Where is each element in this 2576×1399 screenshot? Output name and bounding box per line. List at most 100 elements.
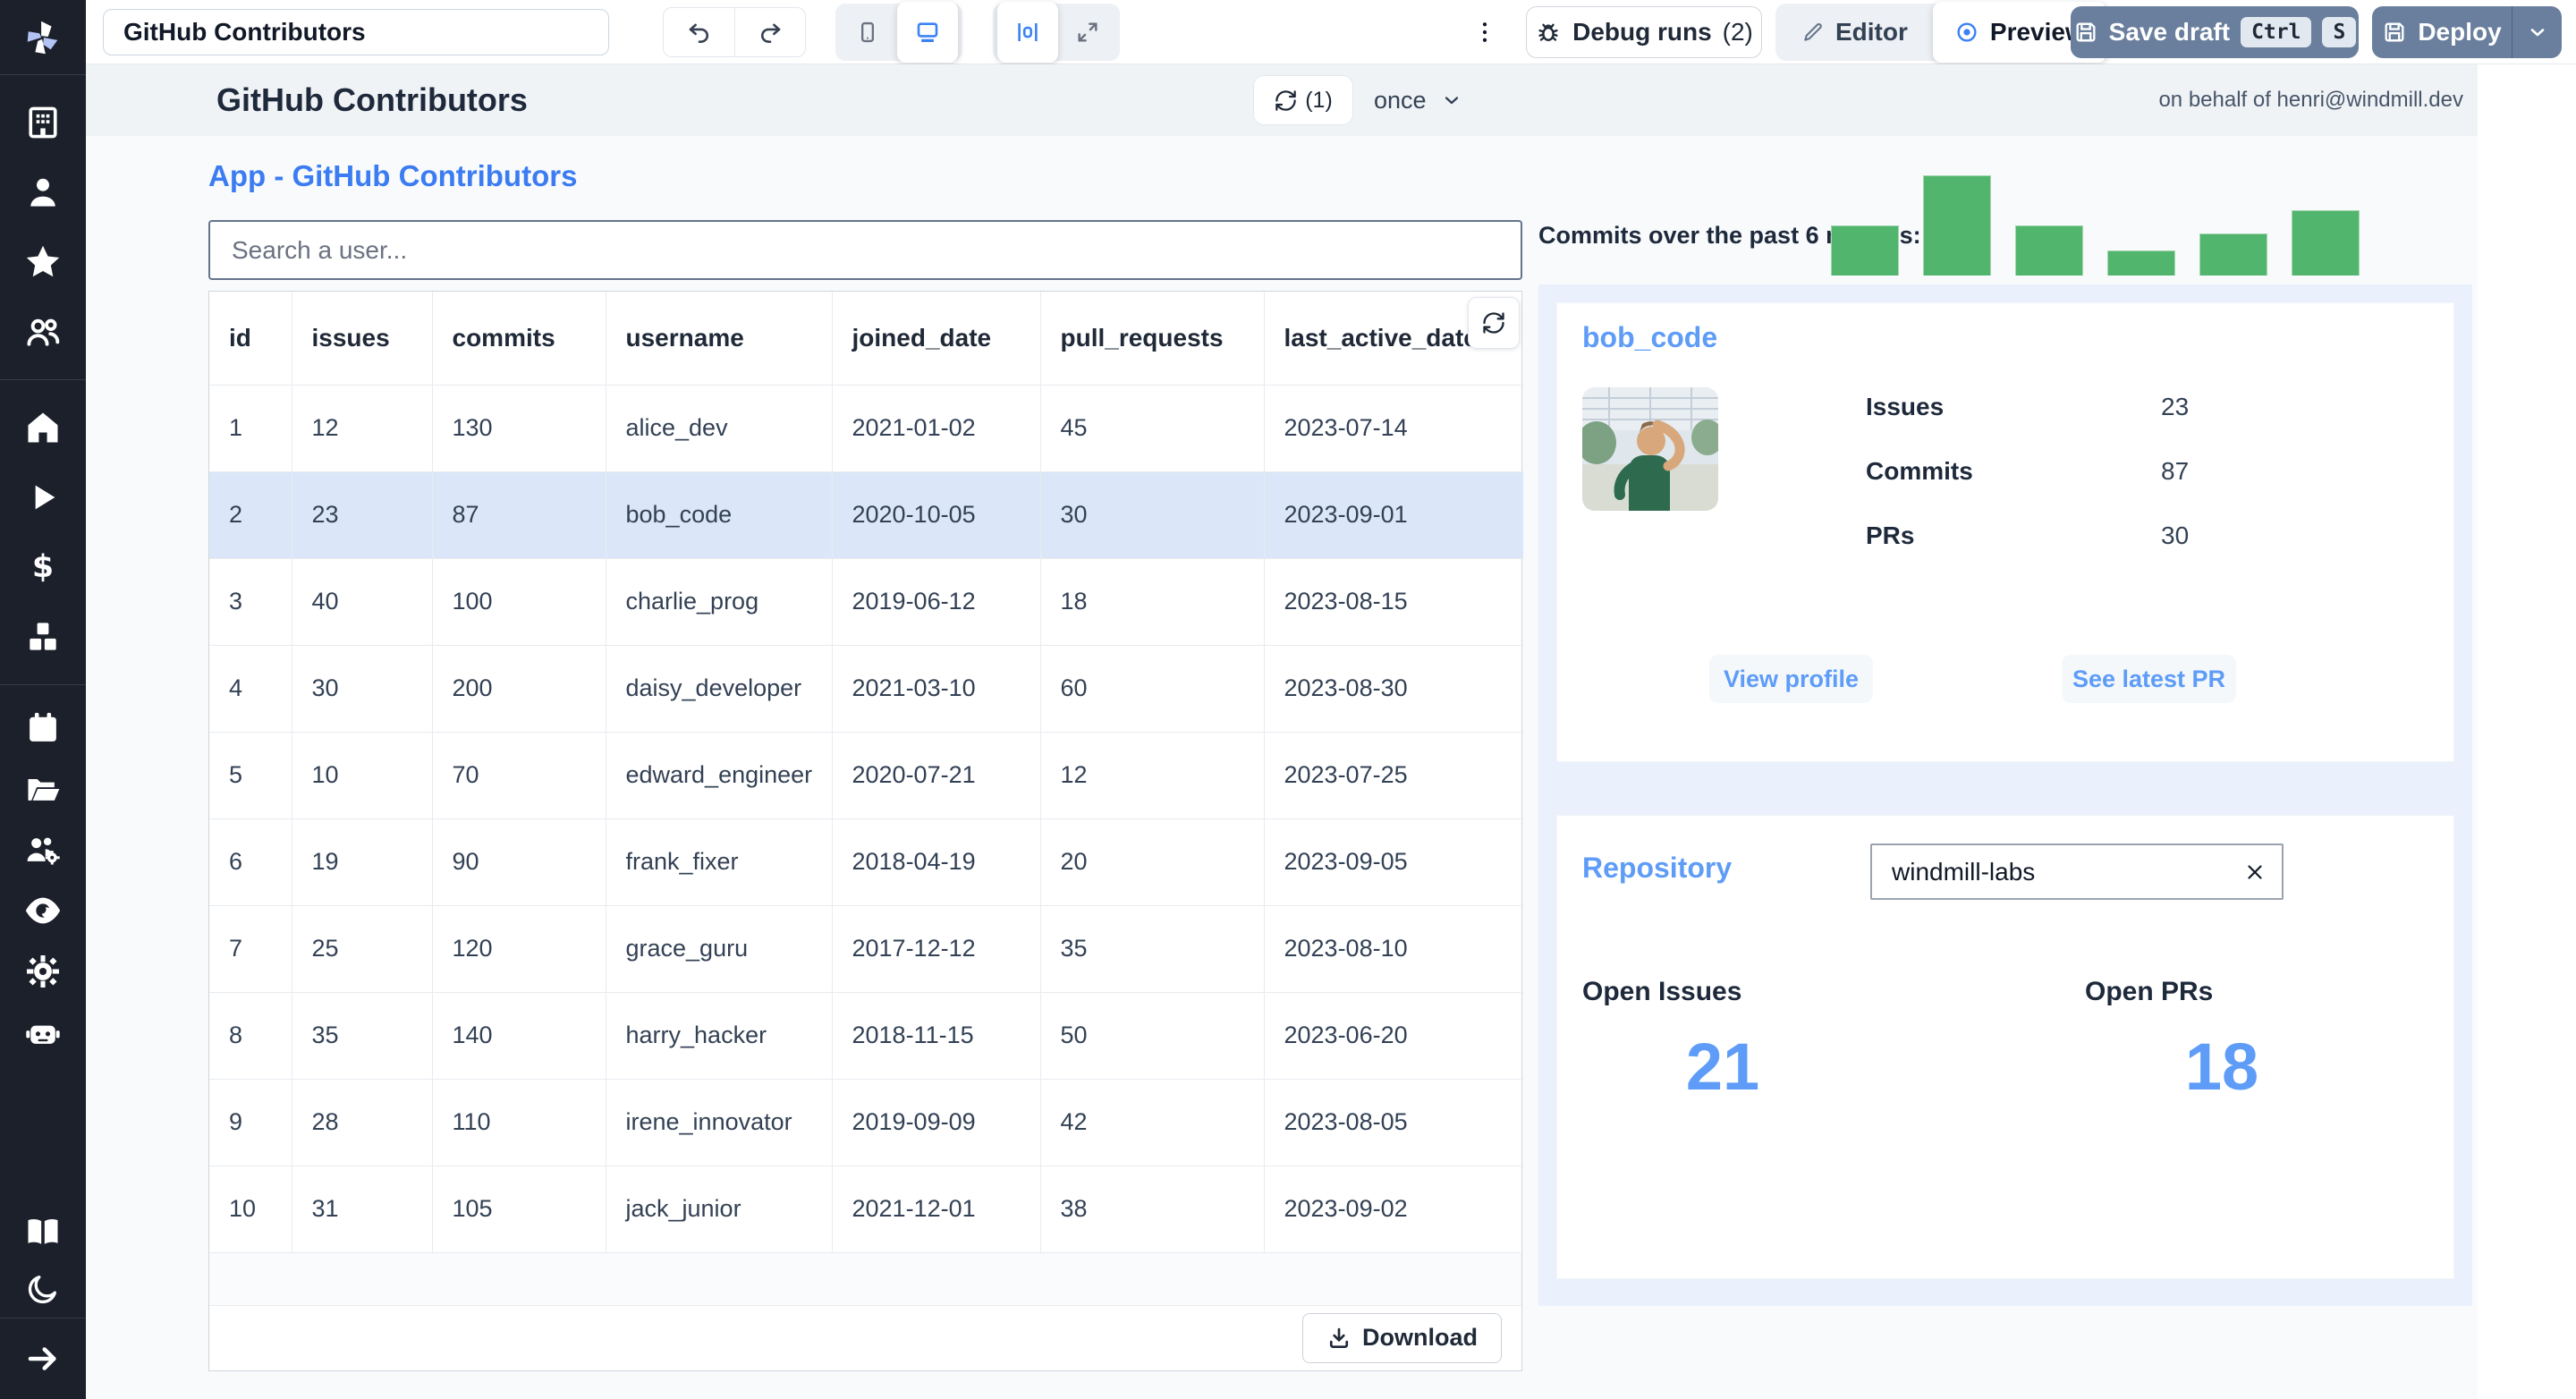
- table-cell: 2018-11-15: [832, 992, 1041, 1080]
- sidebar-item-dark-mode[interactable]: [0, 1260, 86, 1318]
- table-cell: 12: [1040, 732, 1265, 819]
- app-title-input[interactable]: [103, 9, 609, 55]
- deploy-button[interactable]: Deploy: [2372, 18, 2512, 47]
- sidebar-item-schedules[interactable]: [0, 698, 86, 759]
- sidebar-item-audit-logs[interactable]: [0, 880, 86, 941]
- repository-input[interactable]: [1870, 844, 2284, 900]
- table-cell: 31: [292, 1166, 433, 1253]
- table-cell: 60: [1040, 645, 1265, 733]
- sidebar-collapse-toggle[interactable]: [0, 1318, 86, 1399]
- windmill-logo[interactable]: [0, 0, 86, 75]
- sidebar-item-user[interactable]: [0, 157, 86, 227]
- redo-button[interactable]: [734, 8, 805, 56]
- stat-label-prs: PRs: [1866, 521, 1915, 549]
- table-cell: 90: [432, 818, 606, 906]
- desktop-icon: [917, 22, 938, 42]
- top-toolbar: Debug runs (2) Editor Preview Save draft…: [86, 0, 2576, 64]
- layout-toggle-group: [993, 2, 1120, 63]
- download-button[interactable]: Download: [1302, 1312, 1502, 1363]
- clear-input-button[interactable]: [2239, 856, 2271, 888]
- table-cell: 87: [432, 471, 606, 559]
- search-input[interactable]: [208, 220, 1522, 280]
- table-row[interactable]: 9 28 110 irene_innovator 2019-09-09 42 2023-08…: [209, 1079, 1523, 1166]
- sidebar-item-workers[interactable]: [0, 1002, 86, 1063]
- table-cell: 25: [292, 905, 433, 993]
- arrow-right-icon: [28, 1347, 56, 1370]
- table-row[interactable]: 1 12 130 alice_dev 2021-01-02 45 2023-07-14: [209, 385, 1523, 472]
- sidebar-group-admin: [0, 685, 86, 1075]
- sidebar-item-settings[interactable]: [0, 941, 86, 1002]
- table-cell: 8: [209, 992, 292, 1080]
- table-cell: 200: [432, 645, 606, 733]
- table-refresh-button[interactable]: [1468, 297, 1520, 349]
- column-header-username[interactable]: username: [606, 292, 833, 386]
- save-draft-button[interactable]: Save draft Ctrl S: [2071, 6, 2359, 58]
- table-cell: 38: [1040, 1166, 1265, 1253]
- gear-icon: [27, 955, 59, 988]
- sidebar-item-folders[interactable]: [0, 759, 86, 819]
- avatar-illustration: [1582, 387, 1718, 511]
- table-row[interactable]: 8 35 140 harry_hacker 2018-11-15 50 2023-06-20: [209, 992, 1523, 1080]
- user-detail-card: bob_code Issues 23 Commits 87 PRs 30 Vie…: [1556, 302, 2454, 762]
- sidebar: $: [0, 0, 86, 1399]
- sidebar-item-groups[interactable]: [0, 297, 86, 367]
- centered-layout-button[interactable]: [997, 2, 1058, 63]
- table-row[interactable]: 2 23 87 bob_code 2020-10-05 30 2023-09-01: [209, 471, 1523, 559]
- table-cell: 2019-09-09: [832, 1079, 1041, 1166]
- commit-bar: [2107, 250, 2175, 276]
- fullwidth-layout-button[interactable]: [1060, 8, 1115, 56]
- sidebar-item-runs[interactable]: [0, 462, 86, 532]
- table-empty-strip: [209, 1252, 1521, 1306]
- sidebar-item-home[interactable]: [0, 393, 86, 462]
- stat-value-issues: 23: [2161, 393, 2190, 420]
- sidebar-item-variables[interactable]: $: [0, 532, 86, 602]
- editor-preview-toggle: Editor Preview: [1775, 2, 2111, 63]
- column-header-joined_date[interactable]: joined_date: [832, 292, 1041, 386]
- column-header-commits[interactable]: commits: [432, 292, 606, 386]
- table-row[interactable]: 3 40 100 charlie_prog 2019-06-12 18 2023-08-15: [209, 558, 1523, 646]
- table-row[interactable]: 10 31 105 jack_junior 2021-12-01 38 2023-09-02: [209, 1166, 1523, 1253]
- chevron-down-icon: [2530, 29, 2544, 37]
- table-cell: 70: [432, 732, 606, 819]
- preview-disc-icon: [1957, 22, 1977, 42]
- debug-runs-button[interactable]: Debug runs (2): [1526, 6, 1762, 58]
- desktop-view-button[interactable]: [897, 2, 958, 63]
- column-header-pull_requests[interactable]: pull_requests: [1040, 292, 1265, 386]
- sidebar-item-groups-admin[interactable]: [0, 819, 86, 880]
- table-row[interactable]: 5 10 70 edward_engineer 2020-07-21 12 2023-07-…: [209, 732, 1523, 819]
- editor-tab[interactable]: Editor: [1780, 8, 1929, 56]
- table-row[interactable]: 7 25 120 grace_guru 2017-12-12 35 2023-08-10: [209, 905, 1523, 993]
- editor-tab-label: Editor: [1835, 18, 1908, 46]
- home-icon: [28, 412, 58, 443]
- users-icon: [27, 318, 60, 346]
- app-canvas: App - GitHub Contributors idissuescommit…: [86, 136, 2478, 1399]
- sidebar-item-resources[interactable]: [0, 602, 86, 672]
- table-cell: 30: [1040, 471, 1265, 559]
- more-options-button[interactable]: [1463, 14, 1506, 50]
- center-constraint-icon: [1018, 23, 1038, 41]
- open-issues-label: Open Issues: [1582, 977, 1742, 1006]
- column-header-id[interactable]: id: [209, 292, 292, 386]
- sidebar-item-workspace[interactable]: [0, 88, 86, 157]
- kebab-menu-icon: [1482, 22, 1487, 42]
- see-latest-pr-button[interactable]: See latest PR: [2062, 655, 2236, 703]
- table-row[interactable]: 6 19 90 frank_fixer 2018-04-19 20 2023-09-05: [209, 818, 1523, 906]
- column-header-issues[interactable]: issues: [292, 292, 433, 386]
- sidebar-item-favorites[interactable]: [0, 227, 86, 297]
- view-profile-button[interactable]: View profile: [1709, 655, 1873, 703]
- mobile-view-button[interactable]: [840, 8, 895, 56]
- schedule-dropdown[interactable]: once: [1374, 75, 1462, 125]
- table-row[interactable]: 4 30 200 daisy_developer 2021-03-10 60 2023-08…: [209, 645, 1523, 733]
- app-refresh-button[interactable]: (1): [1253, 75, 1353, 125]
- table-cell: 1: [209, 385, 292, 472]
- table-cell: irene_innovator: [606, 1079, 833, 1166]
- table-cell: 10: [292, 732, 433, 819]
- sidebar-item-docs[interactable]: [0, 1203, 86, 1260]
- undo-button[interactable]: [664, 8, 734, 56]
- save-draft-label: Save draft: [2108, 18, 2231, 46]
- table-cell: edward_engineer: [606, 732, 833, 819]
- deploy-options-button[interactable]: [2512, 6, 2562, 58]
- pencil-icon: [1804, 23, 1822, 41]
- table-cell: 42: [1040, 1079, 1265, 1166]
- commit-bar: [1831, 225, 1899, 276]
